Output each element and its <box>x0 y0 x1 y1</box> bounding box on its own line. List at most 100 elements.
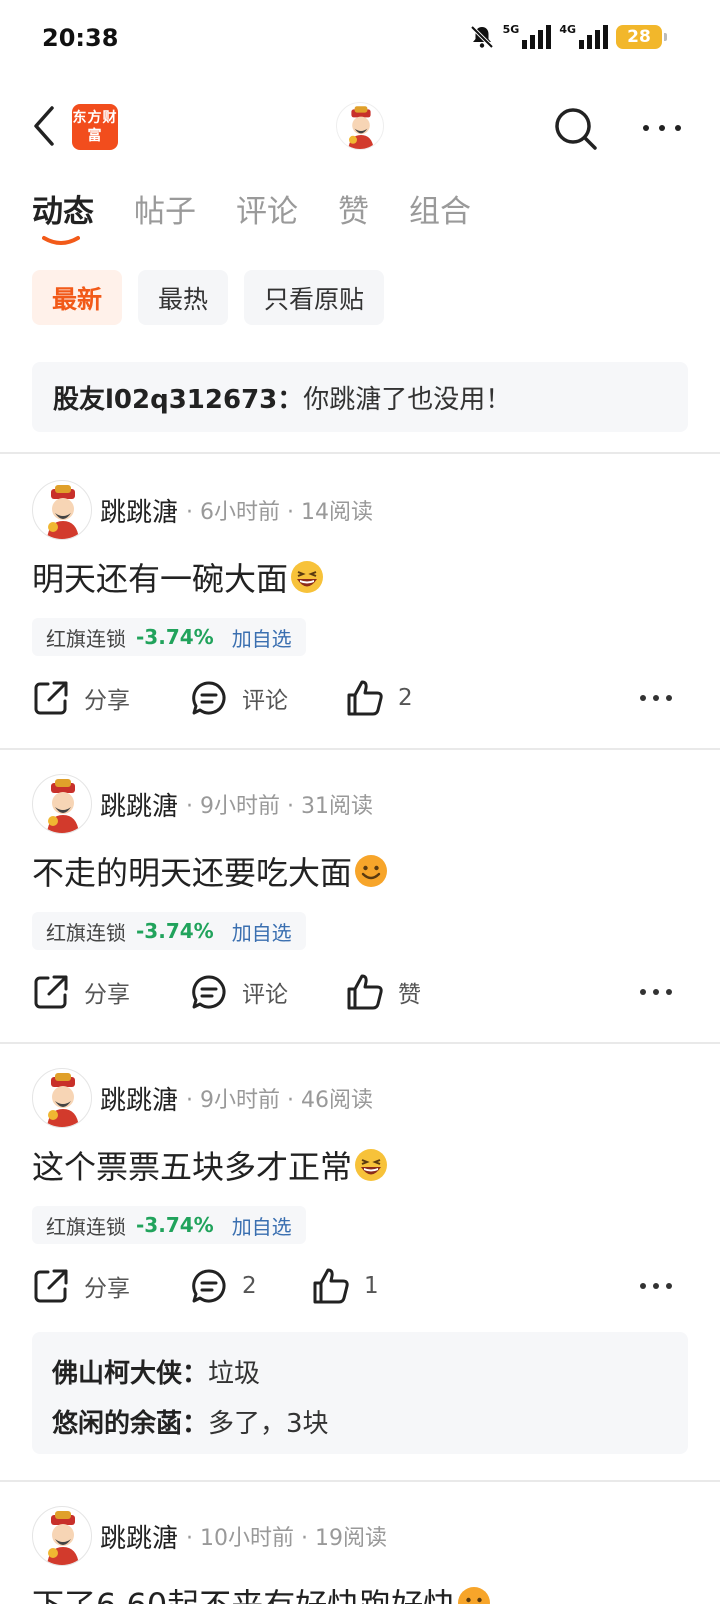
signal-icon <box>579 25 608 49</box>
post-card[interactable]: 跳跳溏 · 10小时前 · 19阅读 下了6.60起不来有好快跑好快 <box>0 1506 720 1604</box>
post-header: 跳跳溏 · 9小时前 · 31阅读 <box>32 774 373 834</box>
add-watchlist-button[interactable]: 加自选 <box>232 623 292 652</box>
share-icon <box>34 1269 68 1303</box>
signal-icon <box>522 25 552 49</box>
tab-dongtai[interactable]: 动态 <box>32 186 94 245</box>
status-time: 20:38 <box>42 24 119 52</box>
post-username[interactable]: 跳跳溏 <box>100 1518 178 1555</box>
post-header: 跳跳溏 · 6小时前 · 14阅读 <box>32 480 373 540</box>
search-icon[interactable] <box>553 106 599 152</box>
comment-label: 评论 <box>242 688 288 714</box>
share-button[interactable]: 分享 <box>32 670 130 726</box>
mute-bell-icon <box>470 25 494 49</box>
avatar[interactable] <box>32 1506 92 1566</box>
filter-chips: 最新 最热 只看原贴 <box>32 270 385 325</box>
more-icon[interactable] <box>640 116 684 140</box>
post-content[interactable]: 这个票票五块多才正常 <box>32 1142 388 1188</box>
post-text: 下了6.60起不来有好快跑好快 <box>32 1580 455 1604</box>
stock-name[interactable]: 红旗连锁 <box>46 917 126 946</box>
divider <box>0 1042 720 1044</box>
avatar[interactable] <box>32 1068 92 1128</box>
add-watchlist-button[interactable]: 加自选 <box>232 917 292 946</box>
laughing-emoji-icon <box>291 561 324 593</box>
post-content[interactable]: 明天还有一碗大面 <box>32 554 324 600</box>
stock-tag[interactable]: 红旗连锁 -3.74% 加自选 <box>32 618 306 656</box>
brand-logo-text: 东方财富 <box>72 110 118 144</box>
pinned-comment[interactable]: 股友l02q312673： 你跳溏了也没用！ <box>32 362 688 432</box>
brand-logo[interactable]: 东方财富 <box>72 104 118 150</box>
tab-label: 帖子 <box>134 194 196 230</box>
stock-tag[interactable]: 红旗连锁 -3.74% 加自选 <box>32 1206 306 1244</box>
post-content[interactable]: 下了6.60起不来有好快跑好快 <box>32 1580 491 1604</box>
post-text: 不走的明天还要吃大面 <box>32 854 353 892</box>
comment-icon <box>192 1269 226 1303</box>
avatar[interactable] <box>32 480 92 540</box>
post-meta: · 6小时前 · 14阅读 <box>186 500 373 525</box>
post-meta: · 9小时前 · 46阅读 <box>186 1088 373 1113</box>
like-button[interactable]: 赞 <box>346 964 421 1020</box>
post-username[interactable]: 跳跳溏 <box>100 492 178 529</box>
share-button[interactable]: 分享 <box>32 964 130 1020</box>
share-button[interactable]: 分享 <box>32 1258 130 1314</box>
thumbs-up-icon <box>347 680 383 716</box>
tab-label: 赞 <box>338 194 369 230</box>
comment-count: 2 <box>242 1273 257 1299</box>
comment-button[interactable]: 评论 <box>190 964 288 1020</box>
post-card[interactable]: 跳跳溏 · 9小时前 · 31阅读 不走的明天还要吃大面 红旗连锁 -3.74%… <box>0 774 720 1044</box>
share-icon <box>34 975 68 1009</box>
reply-author[interactable]: 佛山柯大侠： <box>52 1353 208 1390</box>
comment-icon <box>192 681 226 715</box>
tab-pinglun[interactable]: 评论 <box>236 186 298 236</box>
more-icon <box>640 989 672 995</box>
post-content[interactable]: 不走的明天还要吃大面 <box>32 848 388 894</box>
tab-label: 动态 <box>32 194 94 230</box>
filter-latest[interactable]: 最新 <box>32 270 123 325</box>
profile-avatar[interactable] <box>336 102 384 150</box>
post-more-button[interactable] <box>638 670 688 726</box>
comment-button[interactable]: 评论 <box>190 670 288 726</box>
post-text: 这个票票五块多才正常 <box>32 1148 353 1186</box>
post-card[interactable]: 跳跳溏 · 9小时前 · 46阅读 这个票票五块多才正常 红旗连锁 -3.74%… <box>0 1068 720 1468</box>
smile-emoji-icon <box>355 855 388 887</box>
status-icons: 5G 4G 28 <box>469 24 667 50</box>
reply-preview[interactable]: 佛山柯大侠： 垃圾 悠闲的余菡： 多了，3块 <box>32 1332 688 1454</box>
filter-hot[interactable]: 最热 <box>138 270 229 325</box>
post-header: 跳跳溏 · 9小时前 · 46阅读 <box>32 1068 373 1128</box>
reply-item[interactable]: 悠闲的余菡： 多了，3块 <box>52 1396 668 1446</box>
stock-tag[interactable]: 红旗连锁 -3.74% 加自选 <box>32 912 306 950</box>
post-card[interactable]: 跳跳溏 · 6小时前 · 14阅读 明天还有一碗大面 红旗连锁 -3.74% 加… <box>0 480 720 750</box>
stock-name[interactable]: 红旗连锁 <box>46 623 126 652</box>
post-actions: 分享 评论 2 <box>32 670 688 726</box>
post-more-button[interactable] <box>638 964 688 1020</box>
tab-zan[interactable]: 赞 <box>338 186 369 236</box>
stock-change: -3.74% <box>136 1213 214 1237</box>
tab-zuhe[interactable]: 组合 <box>409 186 471 236</box>
add-watchlist-button[interactable]: 加自选 <box>232 1211 292 1240</box>
more-icon <box>640 1283 672 1289</box>
back-icon[interactable] <box>30 104 62 148</box>
post-username[interactable]: 跳跳溏 <box>100 1080 178 1117</box>
tab-tiezi[interactable]: 帖子 <box>134 186 196 236</box>
reply-item[interactable]: 佛山柯大侠： 垃圾 <box>52 1346 668 1396</box>
thumbs-up-icon <box>313 1268 349 1304</box>
like-button[interactable]: 2 <box>346 670 413 726</box>
divider <box>0 452 720 454</box>
share-label: 分享 <box>84 1276 130 1302</box>
post-more-button[interactable] <box>638 1258 688 1314</box>
pinned-comment-author[interactable]: 股友l02q312673： <box>53 379 303 416</box>
like-button[interactable]: 1 <box>312 1258 379 1314</box>
reply-author[interactable]: 悠闲的余菡： <box>52 1403 208 1440</box>
status-bar: 20:38 5G 4G 28 <box>0 0 720 80</box>
post-actions: 分享 评论 赞 <box>32 964 688 1020</box>
post-username[interactable]: 跳跳溏 <box>100 786 178 823</box>
post-meta: · 10小时前 · 19阅读 <box>186 1526 387 1551</box>
more-icon <box>640 695 672 701</box>
comment-button[interactable]: 2 <box>190 1258 257 1314</box>
stock-name[interactable]: 红旗连锁 <box>46 1211 126 1240</box>
avatar[interactable] <box>32 774 92 834</box>
filter-original-only[interactable]: 只看原贴 <box>244 270 385 325</box>
like-count: 1 <box>364 1273 379 1299</box>
share-icon <box>34 681 68 715</box>
pinned-comment-text: 你跳溏了也没用！ <box>303 384 512 415</box>
tab-bar: 动态 帖子 评论 赞 组合 <box>32 186 471 245</box>
